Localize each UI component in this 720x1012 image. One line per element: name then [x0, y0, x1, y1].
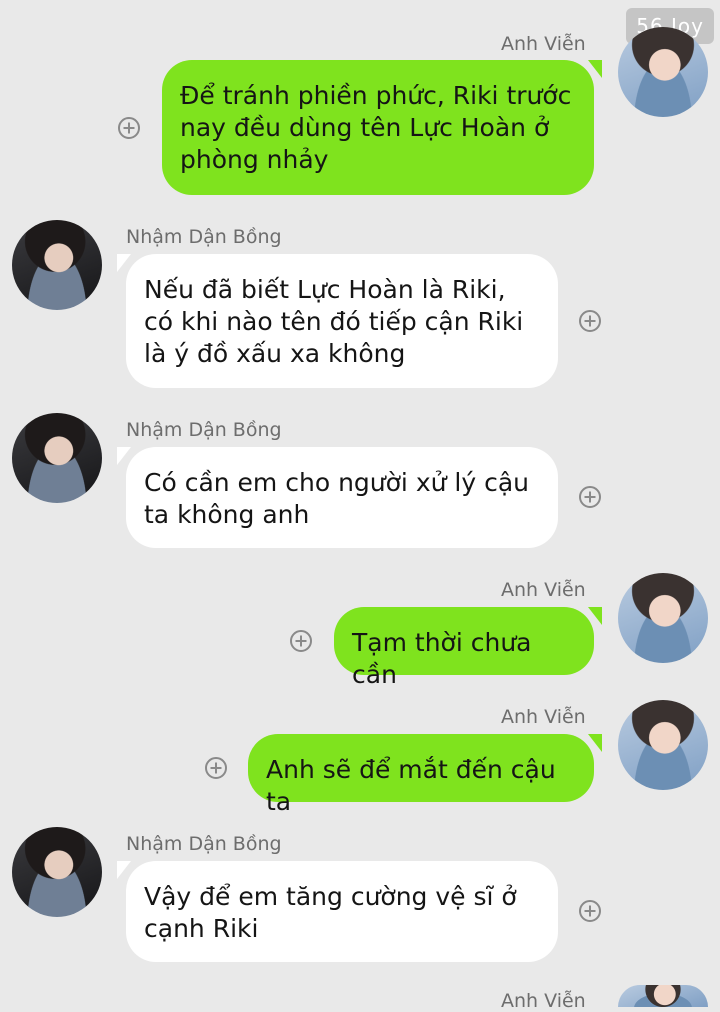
message-bubble[interactable]: Nếu đã biết Lực Hoàn là Riki, có khi nào…	[126, 254, 558, 388]
sender-name: Nhậm Dận Bồng	[126, 226, 282, 248]
message-text: Nếu đã biết Lực Hoàn là Riki, có khi nào…	[144, 275, 532, 368]
sender-name: Anh Viễn	[501, 990, 586, 1012]
avatar[interactable]	[12, 220, 102, 310]
message-text: Để tránh phiền phức, Riki trước nay đều …	[180, 81, 580, 174]
add-reaction-icon[interactable]	[290, 630, 312, 652]
message-bubble[interactable]: Tạm thời chưa cần	[334, 607, 594, 689]
bubble-tail	[588, 60, 602, 78]
message-text: Tạm thời chưa cần	[352, 628, 540, 689]
message-bubble[interactable]: Anh sẽ để mắt đến cậu ta	[248, 734, 594, 816]
add-reaction-icon[interactable]	[579, 486, 601, 508]
avatar[interactable]	[12, 827, 102, 917]
message-bubble[interactable]: Để tránh phiền phức, Riki trước nay đều …	[162, 60, 594, 195]
message-text: Anh sẽ để mắt đến cậu ta	[266, 755, 564, 816]
bubble-tail	[117, 254, 131, 272]
avatar[interactable]	[618, 985, 708, 1007]
message-text: Vậy để em tăng cường vệ sĩ ở cạnh Riki	[144, 882, 525, 943]
avatar[interactable]	[12, 413, 102, 503]
message-text: Có cần em cho người xử lý cậu ta không a…	[144, 468, 537, 529]
add-reaction-icon[interactable]	[579, 310, 601, 332]
bubble-tail	[588, 607, 602, 625]
add-reaction-icon[interactable]	[205, 757, 227, 779]
avatar[interactable]	[618, 573, 708, 663]
avatar[interactable]	[618, 700, 708, 790]
sender-name: Anh Viễn	[501, 33, 586, 55]
bubble-tail	[117, 447, 131, 465]
message-bubble[interactable]: Có cần em cho người xử lý cậu ta không a…	[126, 447, 558, 548]
add-reaction-icon[interactable]	[118, 117, 140, 139]
sender-name: Anh Viễn	[501, 579, 586, 601]
sender-name: Anh Viễn	[501, 706, 586, 728]
sender-name: Nhậm Dận Bồng	[126, 419, 282, 441]
avatar[interactable]	[618, 27, 708, 117]
bubble-tail	[117, 861, 131, 879]
bubble-tail	[588, 734, 602, 752]
sender-name: Nhậm Dận Bồng	[126, 833, 282, 855]
message-bubble[interactable]: Vậy để em tăng cường vệ sĩ ở cạnh Riki	[126, 861, 558, 962]
add-reaction-icon[interactable]	[579, 900, 601, 922]
